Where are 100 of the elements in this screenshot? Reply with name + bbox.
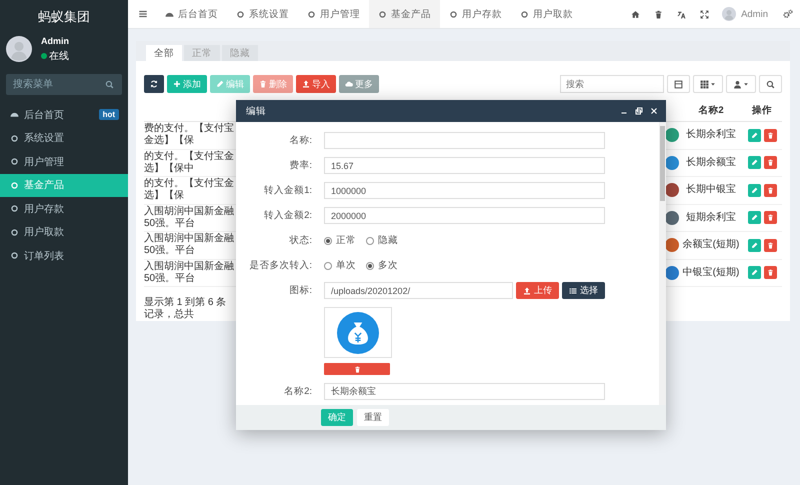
input-field[interactable]: 2000000: [324, 207, 605, 224]
field-label: 转入金额1:: [263, 184, 312, 198]
field-label: 转入金额2:: [263, 209, 312, 223]
circle-icon: [10, 180, 19, 190]
edit-row-button[interactable]: [748, 238, 760, 252]
translate-icon[interactable]: [677, 10, 686, 18]
column-header: 名称2: [680, 99, 742, 122]
column-header: 操作: [742, 99, 782, 122]
dialog-title: 编辑: [246, 104, 267, 118]
trash-icon[interactable]: [654, 10, 664, 18]
radio-label[interactable]: 正常: [336, 234, 356, 247]
delete-row-button[interactable]: [764, 128, 776, 142]
radio-button[interactable]: [324, 236, 332, 244]
search-icon[interactable]: [105, 80, 114, 89]
menu-icon[interactable]: [138, 9, 148, 19]
input-field[interactable]: 1000000: [324, 182, 605, 199]
filter-tab[interactable]: 全部: [146, 45, 182, 61]
circle-icon: [449, 10, 458, 18]
delete-row-button[interactable]: [764, 266, 776, 280]
nav-tab[interactable]: 用户存款: [440, 0, 511, 28]
nav-tab[interactable]: 后台首页: [156, 0, 227, 28]
edit-row-button[interactable]: [748, 266, 760, 280]
home-icon[interactable]: [631, 10, 640, 18]
field-label: 费率:: [288, 159, 312, 173]
radio-button[interactable]: [366, 262, 374, 270]
trash-icon: [766, 242, 774, 249]
toggle-view-button[interactable]: [667, 75, 690, 93]
menu-item[interactable]: 订单列表: [0, 244, 128, 268]
edit-row-button[interactable]: [748, 184, 760, 197]
input-field[interactable]: /uploads/20201202/: [324, 282, 513, 299]
status-dot: [41, 52, 47, 58]
circle-icon: [378, 10, 387, 18]
field-label: 是否多次转入:: [248, 259, 312, 273]
remove-image-button[interactable]: [324, 363, 390, 375]
pencil-icon: [750, 186, 758, 194]
menu-item[interactable]: 系统设置: [0, 126, 128, 150]
pencil-icon: [750, 214, 758, 222]
nav-tab[interactable]: 用户取款: [511, 0, 582, 28]
fullscreen-icon[interactable]: [700, 10, 710, 18]
export-button[interactable]: [726, 75, 756, 93]
delete-row-button[interactable]: [764, 238, 776, 252]
choose-button[interactable]: 选择: [562, 282, 605, 299]
close-icon[interactable]: [650, 107, 658, 115]
menu-item[interactable]: 用户存款: [0, 197, 128, 220]
maximize-icon[interactable]: [635, 107, 643, 115]
scrollbar[interactable]: [659, 122, 666, 405]
input-field[interactable]: 长期余额宝: [324, 383, 605, 400]
nav-tab[interactable]: 系统设置: [227, 0, 298, 28]
caret-icon: [710, 81, 716, 87]
columns-button[interactable]: [693, 75, 723, 93]
nav-tab[interactable]: 用户管理: [298, 0, 369, 28]
menu-search-field[interactable]: 搜索菜单: [6, 74, 122, 95]
radio-button[interactable]: [366, 236, 374, 244]
money-bag-icon: [337, 312, 379, 354]
table-cell: 中银宝(短期): [680, 260, 742, 287]
trash-icon: [766, 186, 774, 194]
table-cell: 长期中银宝: [680, 177, 742, 204]
trash-icon: [259, 80, 267, 88]
avatar-icon: [722, 7, 736, 21]
search-button[interactable]: [759, 75, 782, 93]
search-field[interactable]: 搜索: [560, 75, 664, 93]
upload-button[interactable]: 上传: [516, 282, 559, 299]
brand-title: 蚂蚁集团: [38, 8, 90, 26]
pencil-icon: [750, 159, 758, 166]
circle-icon: [10, 157, 19, 166]
circle-icon: [10, 134, 19, 143]
input-field[interactable]: 15.67: [324, 157, 605, 174]
radio-label[interactable]: 单次: [336, 259, 356, 272]
cloud-icon: [345, 80, 353, 88]
user-icon: [733, 80, 742, 88]
menu-item[interactable]: 用户管理: [0, 150, 128, 174]
reset-button[interactable]: 重置: [357, 409, 389, 426]
field-label: 名称:: [288, 134, 312, 148]
settings-icon[interactable]: [783, 9, 793, 19]
pencil-icon: [750, 132, 758, 139]
edit-row-button[interactable]: [748, 128, 760, 142]
avatar-icon: [6, 36, 32, 62]
radio-button[interactable]: [324, 262, 332, 270]
field-label: 状态:: [288, 234, 312, 248]
import-button[interactable]: 导入: [296, 75, 336, 93]
delete-row-button[interactable]: [764, 184, 776, 197]
delete-row-button[interactable]: [764, 211, 776, 224]
nav-tab[interactable]: 基金产品: [369, 0, 440, 28]
circle-icon: [10, 228, 19, 237]
dashboard-icon: [10, 110, 19, 120]
radio-label[interactable]: 隐藏: [378, 234, 398, 247]
table-cell: 长期余额宝: [680, 150, 742, 177]
plus-icon: [173, 80, 181, 88]
list-icon: [569, 286, 577, 294]
menu-item[interactable]: 用户取款: [0, 220, 128, 244]
user-name[interactable]: Admin: [741, 8, 768, 20]
edit-row-button[interactable]: [748, 211, 760, 224]
table-cell: 长期余利宝: [680, 122, 742, 150]
hot-badge: hot: [98, 109, 119, 120]
edit-row-button[interactable]: [748, 156, 760, 170]
input-field[interactable]: [324, 132, 605, 149]
delete-row-button[interactable]: [764, 156, 776, 170]
refresh-button[interactable]: [144, 75, 164, 93]
menu-item[interactable]: 后台首页 hot: [0, 103, 128, 126]
radio-label[interactable]: 多次: [378, 259, 398, 272]
